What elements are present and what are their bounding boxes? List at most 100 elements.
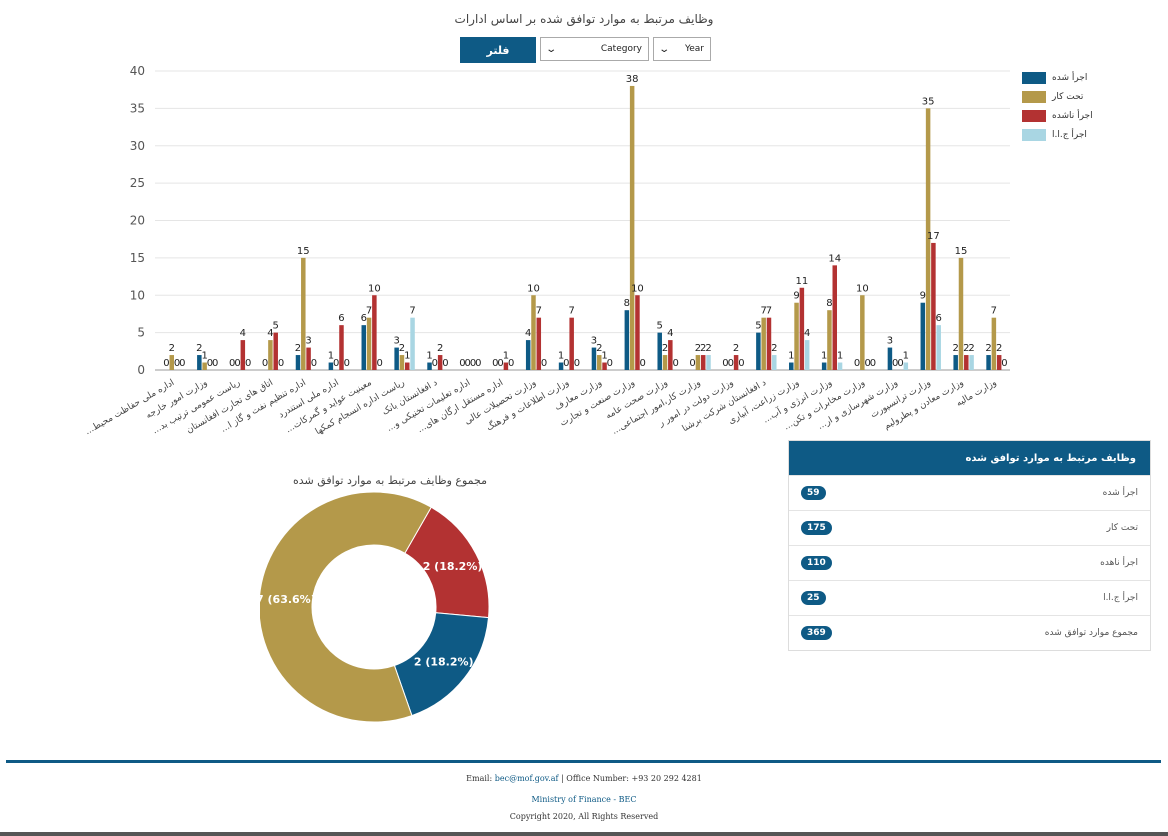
bar-value-label: 0 [563,358,569,369]
pie-chart-title: مجموع وظایف مرتبط به موارد توافق شده [292,474,487,487]
summary-row: 25 اجرأ ج.ا.ا [789,580,1150,615]
bar-value-label: 2 [295,343,301,354]
y-tick-label: 35 [130,101,145,115]
email-label: Email: [466,774,493,783]
bar-value-label: 0 [262,358,268,369]
email-link[interactable]: bec@mof.gov.af [495,774,559,783]
bar-value-label: 15 [955,246,968,257]
bar [794,302,799,370]
bar-value-label: 7 [568,306,574,317]
legend-swatch [1022,128,1046,141]
legend-label: اجرأ شده [1052,72,1088,83]
bar-value-label: 3 [887,336,893,347]
y-tick-label: 10 [130,288,145,302]
bar [366,317,372,370]
bar [629,85,635,370]
bar-value-label: 1 [404,351,410,362]
legend-item[interactable]: اجرأ شده [1022,70,1093,85]
bar-value-label: 0 [442,358,448,369]
bar-value-label: 9 [920,291,926,302]
footer-contact: Email: bec@mof.gov.af | Office Number: +… [0,774,1168,783]
bar [920,302,926,370]
year-select[interactable]: ⌄ Year [653,37,711,61]
bar [804,340,810,370]
donut-chart: 2 (18.2%) 2 (18.2%) 7 (63.6%) [260,491,490,723]
bar-value-label: 8 [624,298,630,309]
bar-value-label: 7 [536,306,542,317]
bar-value-label: 0 [854,358,860,369]
bar-value-label: 5 [755,321,761,332]
bar [936,325,941,370]
summary-row: 59 اجرأ شده [789,475,1150,510]
bar-value-label: 1 [821,351,827,362]
bar-value-label: 6 [338,313,344,324]
bar [761,317,766,370]
page-title: وظایف مرتبط به موارد توافق شده بر اساس ا… [454,12,714,26]
category-select[interactable]: ⌄ Category [540,37,649,61]
bar-value-label: 15 [297,246,310,257]
bar [706,355,711,370]
bar-value-label: 0 [245,358,251,369]
bar [969,355,974,370]
summary-row: 110 اجرأ ناهده [789,545,1150,580]
count-badge: 369 [801,626,832,640]
summary-table: وظایف مرتبط به موارد توافق شده 59 اجرأ ش… [788,440,1151,651]
bar-value-label: 5 [657,321,663,332]
ministry-link[interactable]: Ministry of Finance - BEC [531,795,636,804]
legend-swatch [1022,109,1046,122]
bar-value-label: 8 [826,298,832,309]
bar [772,355,777,370]
bar [700,355,706,370]
bar-value-label: 7 [991,306,997,317]
bar-value-label: 10 [856,283,869,294]
summary-table-header: وظایف مرتبط به موارد توافق شده [789,441,1150,475]
bar-value-label: 2 [771,343,777,354]
y-tick-label: 25 [130,176,145,190]
bar-value-label: 2 [953,343,959,354]
bar-value-label: 7 [409,306,415,317]
bar-value-label: 0 [728,358,734,369]
office-number: Office Number: +93 20 292 4281 [566,774,702,783]
bar-value-label: 2 [169,343,175,354]
bar [789,362,794,370]
chevron-down-icon: ⌄ [545,43,558,55]
bar-value-label: 0 [311,358,317,369]
bar-value-label: 0 [870,358,876,369]
bar [827,310,832,370]
summary-row: 175 تحت کار [789,510,1150,545]
bar-value-label: 14 [828,253,841,264]
legend-item[interactable]: اجرأ ناشده [1022,108,1093,123]
legend-swatch [1022,71,1046,84]
summary-row-label: مجموع موارد توافق شده [1044,628,1138,638]
legend-item[interactable]: تحت کار [1022,89,1093,104]
pie-slice-label: 2 (18.2%) [423,560,483,573]
summary-row-label: اجرأ ناهده [1100,558,1138,568]
bar-chart: 05101520253035400200...اداره ملی حفاظت م… [84,64,1010,437]
bar-value-label: 2 [968,343,974,354]
bar [268,340,273,370]
bar-value-label: 0 [689,358,695,369]
bar-value-label: 0 [672,358,678,369]
bar-value-label: 4 [525,328,531,339]
bar-value-label: 10 [631,283,644,294]
y-tick-label: 40 [130,64,145,78]
bar-value-label: 0 [344,358,350,369]
summary-row-label: اجرأ شده [1102,488,1138,498]
bar-value-label: 0 [333,358,339,369]
bar-value-label: 0 [541,358,547,369]
bar [986,355,991,370]
bar [361,325,367,370]
y-tick-label: 5 [137,326,145,340]
bottom-border [0,832,1168,836]
bar [903,362,909,370]
bar-value-label: 0 [607,358,613,369]
footer-separator: | [561,774,564,783]
chart-legend: اجرأ شده تحت کار اجرأ ناشده اجرأ ج.ا.ا [1022,70,1093,146]
bar-value-label: 0 [376,358,382,369]
bar-value-label: 0 [278,358,284,369]
chevron-down-icon: ⌄ [658,43,671,55]
legend-item[interactable]: اجرأ ج.ا.ا [1022,127,1093,142]
bar-value-label: 11 [795,276,808,287]
bar-value-label: 5 [273,321,279,332]
bar [662,355,668,370]
